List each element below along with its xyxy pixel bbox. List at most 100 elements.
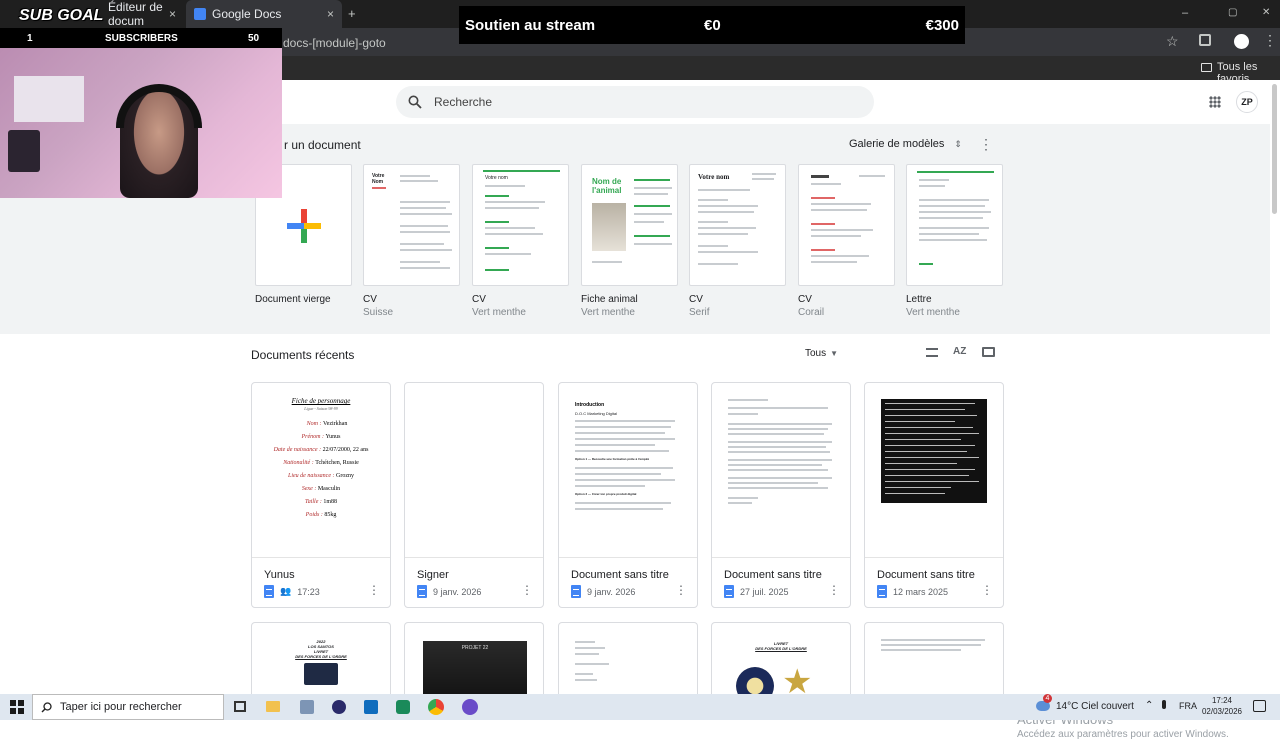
template-name: Lettre [906,294,932,305]
app-icon[interactable] [462,699,478,715]
recent-doc-card[interactable]: LIVRET DES FORCES DE L'ORDRE ★ [711,622,851,702]
taskbar-search[interactable]: Taper ici pour rechercher [32,694,224,720]
donation-current: €0 [704,16,721,34]
template-name: CV [363,294,377,305]
template-sub: Vert menthe [581,307,635,318]
owner-filter-label: Tous [805,348,827,359]
template-gallery-button[interactable]: Galerie de modèles ⇕ [849,138,962,150]
clock-date: 02/03/2026 [1201,707,1243,716]
sort-az-icon[interactable]: AZ [953,346,966,357]
app-icon[interactable] [300,700,314,714]
microphone-icon[interactable] [1162,700,1166,709]
doc-date: 27 juil. 2025 [740,586,789,597]
bookmark-star-icon[interactable]: ☆ [1166,33,1179,50]
preview-line: Taille : 1m88 [304,499,338,505]
template-sub: Vert menthe [472,307,526,318]
maximize-icon[interactable]: ▢ [1228,7,1237,18]
preview-line: Poids : 85kg [305,512,337,518]
sub-goal-label: SUBSCRIBERS [105,32,178,44]
extensions-icon[interactable] [1199,34,1211,46]
docs-icon [877,585,887,598]
weather-text[interactable]: 14°C Ciel couvert [1056,701,1134,712]
preview-line: Date de naissance : 22/07/2000, 22 ans [273,447,369,453]
template-fiche-animal[interactable]: Nom de l'animal Fiche animal Vert menthe [581,164,678,318]
minimize-icon[interactable]: – [1182,7,1188,19]
template-sub: Corail [798,307,825,318]
doc-date: 9 janv. 2026 [587,586,636,597]
recent-doc-card[interactable]: Fiche de personnage Ligue - Saison 98-99… [251,382,391,608]
recent-doc-card[interactable]: Document sans titre 27 juil. 2025 ⋮ [711,382,851,608]
search-bar[interactable]: Recherche [396,86,874,118]
folder-picker-icon[interactable] [982,347,995,357]
sub-goal-current: 1 [27,32,33,44]
profile-avatar[interactable] [1234,34,1249,49]
livret-preview-2: LIVRET DES FORCES DE L'ORDRE [755,641,807,651]
recent-doc-card[interactable]: Signer 9 janv. 2026 ⋮ [404,382,544,608]
file-explorer-icon[interactable] [266,701,280,712]
notification-icon[interactable] [1253,700,1266,712]
cv-vert-thumbnail: Votre nom [472,164,569,286]
search-input[interactable]: Recherche [434,95,492,109]
recent-doc-card[interactable]: Document sans titre 12 mars 2025 ⋮ [864,382,1004,608]
taskbar-search-placeholder: Taper ici pour rechercher [60,701,182,713]
preview-subheading: D.O.C Marketing Digital [575,411,618,416]
doc-title: Yunus [264,569,295,581]
template-name: CV [798,294,812,305]
chrome-icon[interactable] [428,699,444,715]
close-tab-icon[interactable]: × [327,7,334,21]
doc-date: 17:23 [297,586,320,597]
docs-icon [724,585,734,598]
account-avatar[interactable]: ZP [1236,91,1258,113]
more-options-icon[interactable]: ⋮ [979,136,993,153]
start-button[interactable] [10,700,24,714]
list-view-icon[interactable] [926,348,938,357]
recent-doc-card[interactable] [558,622,698,702]
speaker [8,130,40,172]
scrollbar[interactable] [1272,84,1277,214]
whiteboard [14,76,84,122]
dropdown-arrow-icon: ▼ [830,349,839,358]
language-indicator[interactable]: FRA [1179,701,1197,711]
owner-filter-dropdown[interactable]: Tous ▼ [805,348,838,359]
task-view-icon[interactable] [234,701,246,712]
close-window-icon[interactable]: ✕ [1262,7,1270,18]
doc-title: Document sans titre [571,569,669,581]
template-cv-corail[interactable]: CV Corail [798,164,895,318]
template-cv-vert-menthe[interactable]: Votre nom CV Vert menthe [472,164,569,318]
apps-grid-icon[interactable] [1209,96,1221,108]
url-text[interactable]: docs-[module]-goto [283,36,386,50]
preview-option: Option 2 — Créer ton propre produit digi… [575,492,637,496]
outlook-icon[interactable] [364,700,378,714]
recent-doc-card[interactable] [864,622,1004,702]
template-sub: Vert menthe [906,307,960,318]
signer-preview [405,383,543,558]
new-tab-button[interactable]: + [348,6,356,21]
search-icon [408,95,422,109]
doc-options-icon[interactable]: ⋮ [981,583,993,597]
doc-options-icon[interactable]: ⋮ [675,583,687,597]
livret-preview: 2022 LOS SANTOS LIVRET DES FORCES DE L'O… [252,623,390,685]
doc-options-icon[interactable]: ⋮ [368,583,380,597]
tray-chevron-icon[interactable]: ⌃ [1145,700,1153,711]
browser-menu-icon[interactable]: ⋮ [1263,32,1277,49]
close-tab-icon[interactable]: × [169,7,176,21]
doc-meta: 27 juil. 2025 [724,585,789,598]
sub-goal-title: SUB GOAL [19,7,104,24]
template-cv-serif[interactable]: Votre nom CV Serif [689,164,786,318]
recent-doc-card[interactable]: PROJET 22 [404,622,544,702]
app-icon[interactable] [332,700,346,714]
doc-meta: 12 mars 2025 [877,585,948,598]
template-lettre[interactable]: Lettre Vert menthe [906,164,1003,318]
recent-doc-card[interactable]: Introduction D.O.C Marketing Digital Opt… [558,382,698,608]
clock[interactable]: 17:24 02/03/2026 [1200,695,1244,717]
docs-icon [571,585,581,598]
recent-doc-card[interactable]: 2022 LOS SANTOS LIVRET DES FORCES DE L'O… [251,622,391,702]
doc-options-icon[interactable]: ⋮ [828,583,840,597]
tab-google-docs[interactable]: Google Docs × [186,0,342,28]
preview-heading: Introduction [575,402,605,408]
preview-line: Sexe : Masculin [301,486,341,492]
doc-options-icon[interactable]: ⋮ [521,583,533,597]
template-cv-suisse[interactable]: Votre Nom CV Suisse [363,164,460,318]
app-icon[interactable] [396,700,410,714]
cv-corail-thumbnail [798,164,895,286]
